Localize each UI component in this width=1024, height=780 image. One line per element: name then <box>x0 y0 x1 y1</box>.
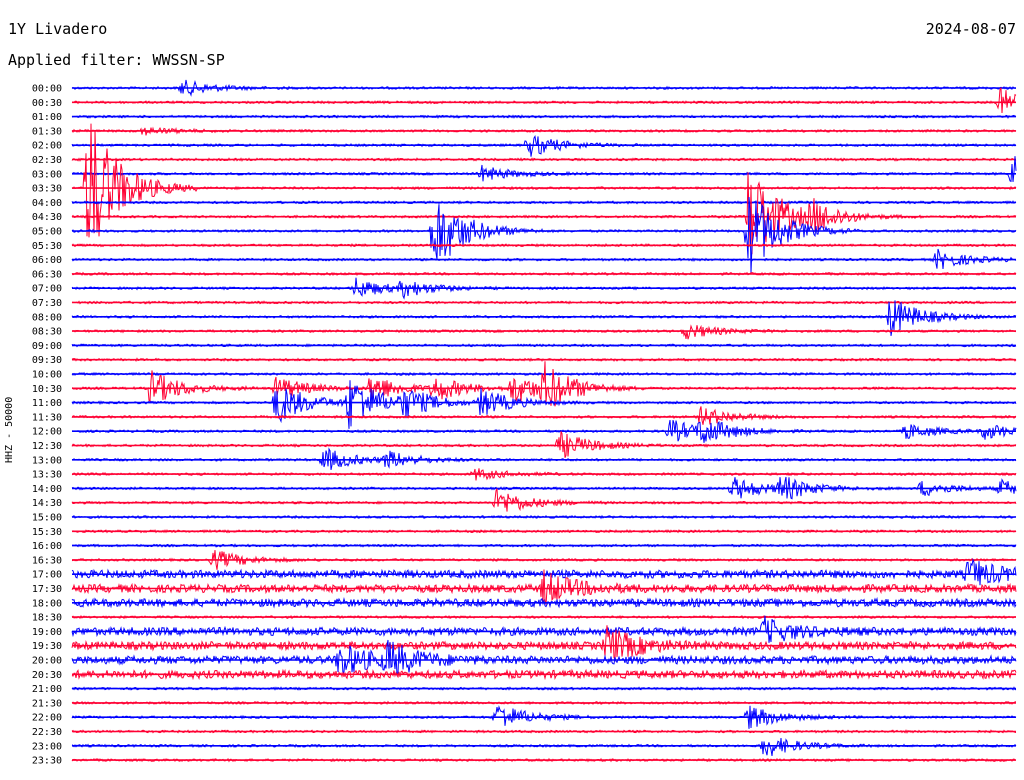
row-time-label: 01:00 <box>32 112 62 123</box>
trace-line <box>71 488 1017 512</box>
row-time-label: 09:30 <box>32 355 62 366</box>
trace-line <box>71 431 1017 458</box>
row-time-label: 11:00 <box>32 398 62 409</box>
row-time-label: 17:30 <box>32 584 62 595</box>
trace-line <box>71 361 1017 407</box>
row-time-label: 05:30 <box>32 241 62 252</box>
row-time-label: 06:30 <box>32 269 62 280</box>
row-time-label: 05:00 <box>32 227 62 238</box>
row-time-label: 12:00 <box>32 427 62 438</box>
row-time-label: 18:00 <box>32 598 62 609</box>
row-time-label: 02:00 <box>32 141 62 152</box>
row-time-label: 15:30 <box>32 527 62 538</box>
trace-line <box>71 123 1017 238</box>
row-time-label: 18:30 <box>32 613 62 624</box>
row-time-label: 20:00 <box>32 656 62 667</box>
row-time-label: 10:00 <box>32 370 62 381</box>
row-time-label: 19:30 <box>32 641 62 652</box>
row-time-label: 21:30 <box>32 698 62 709</box>
row-time-label: 13:30 <box>32 470 62 481</box>
helicorder-plot: 00:00 00:30 01:00 01:30 02:00 02:30 03:00 03:30… <box>32 79 1017 767</box>
row-time-label: 16:00 <box>32 541 62 552</box>
trace-line <box>71 324 1017 340</box>
row-time-label: 04:30 <box>32 212 62 223</box>
row-time-label: 21:00 <box>32 684 62 695</box>
trace-line <box>71 86 1017 114</box>
trace-line <box>71 134 1017 157</box>
row-time-label: 00:30 <box>32 98 62 109</box>
row-time-label: 11:30 <box>32 412 62 423</box>
row-time-label: 22:00 <box>32 713 62 724</box>
row-time-label: 03:30 <box>32 184 62 195</box>
row-time-label: 07:00 <box>32 284 62 295</box>
row-time-label: 17:00 <box>32 570 62 581</box>
row-time-label: 12:30 <box>32 441 62 452</box>
trace-line <box>71 172 1017 255</box>
row-time-label: 07:30 <box>32 298 62 309</box>
row-time-label: 14:30 <box>32 498 62 509</box>
row-time-label: 04:00 <box>32 198 62 209</box>
row-time-label: 19:00 <box>32 627 62 638</box>
trace-group <box>71 79 1017 763</box>
row-time-label: 01:30 <box>32 126 62 137</box>
row-time-label: 20:30 <box>32 670 62 681</box>
row-time-label: 15:00 <box>32 513 62 524</box>
trace-line <box>71 196 1017 273</box>
row-time-label: 10:30 <box>32 384 62 395</box>
row-time-label: 16:30 <box>32 555 62 566</box>
row-time-label: 14:00 <box>32 484 62 495</box>
row-time-label: 23:30 <box>32 756 62 767</box>
trace-line <box>71 615 1017 643</box>
tick-label-group: 00:00 00:30 01:00 01:30 02:00 02:30 03:00 03:30… <box>32 84 62 767</box>
row-time-label: 03:00 <box>32 169 62 180</box>
row-time-label: 06:00 <box>32 255 62 266</box>
trace-line <box>71 738 1017 756</box>
row-time-label: 02:30 <box>32 155 62 166</box>
trace-line <box>71 406 1017 425</box>
row-time-label: 13:00 <box>32 455 62 466</box>
row-time-label: 23:00 <box>32 741 62 752</box>
row-time-label: 08:00 <box>32 312 62 323</box>
row-time-label: 22:30 <box>32 727 62 738</box>
row-time-label: 00:00 <box>32 84 62 95</box>
row-time-label: 09:00 <box>32 341 62 352</box>
row-time-label: 08:30 <box>32 327 62 338</box>
